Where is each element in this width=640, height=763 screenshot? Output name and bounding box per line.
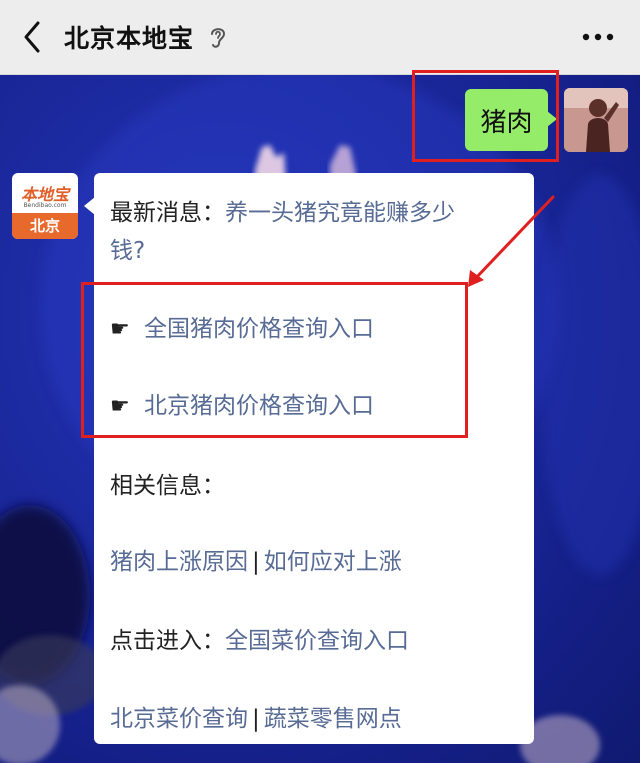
latest-news-line-2: 钱? <box>110 231 145 265</box>
more-dots-icon <box>582 33 614 41</box>
self-avatar-photo <box>564 88 628 152</box>
top-nav-bar: 北京本地宝 <box>0 0 640 75</box>
more-options-button[interactable] <box>578 22 618 52</box>
latest-news-label: 最新消息： <box>110 200 225 226</box>
self-message-text: 猪肉 <box>480 107 533 138</box>
related-info-label: 相关信息： <box>110 473 225 499</box>
separator: | <box>252 706 260 732</box>
veg-links-line: 北京菜价查询 | 蔬菜零售网点 <box>110 699 402 733</box>
click-enter-label: 点击进入： <box>110 628 225 654</box>
chat-screen: 北京本地宝 猪肉 本地宝 Bendibao.com 北京 最新消息：养一头猪究竟… <box>0 0 640 763</box>
national-pork-price-link[interactable]: 全国猪肉价格查询入口 <box>144 316 374 342</box>
national-pork-line: ☛ 全国猪肉价格查询入口 <box>110 309 374 343</box>
chat-title: 北京本地宝 <box>64 24 195 53</box>
latest-news-link[interactable]: 养一头猪究竟能赚多少 <box>225 200 455 226</box>
account-logo-domain: Bendibao.com <box>23 202 67 209</box>
account-avatar[interactable]: 本地宝 Bendibao.com 北京 <box>12 173 78 239</box>
back-chevron-icon <box>24 21 40 53</box>
beijing-veg-price-link[interactable]: 北京菜价查询 <box>110 706 248 732</box>
self-avatar[interactable] <box>564 88 628 152</box>
self-message-bubble[interactable]: 猪肉 <box>465 89 557 151</box>
beijing-pork-line: ☛ 北京猪肉价格查询入口 <box>110 386 374 420</box>
beijing-pork-price-link[interactable]: 北京猪肉价格查询入口 <box>144 393 374 419</box>
how-to-cope-link[interactable]: 如何应对上涨 <box>264 549 402 575</box>
pork-rise-reason-link[interactable]: 猪肉上涨原因 <box>110 549 248 575</box>
account-city-label: 北京 <box>12 213 78 239</box>
national-veg-price-link[interactable]: 全国菜价查询入口 <box>225 628 409 654</box>
latest-news-link-cont[interactable]: 钱? <box>110 238 145 264</box>
reply-message-bubble: 最新消息：养一头猪究竟能赚多少 钱? ☛ 全国猪肉价格查询入口 ☛ 北京猪肉价格查询… <box>84 173 534 744</box>
related-links-line: 猪肉上涨原因 | 如何应对上涨 <box>110 542 402 576</box>
back-button[interactable] <box>16 18 52 56</box>
latest-news-line: 最新消息：养一头猪究竟能赚多少 <box>110 193 455 227</box>
pointing-hand-icon: ☛ <box>110 317 130 342</box>
separator: | <box>252 549 260 575</box>
veg-retail-outlets-link[interactable]: 蔬菜零售网点 <box>264 706 402 732</box>
click-enter-line: 点击进入：全国菜价查询入口 <box>110 621 409 655</box>
ear-icon <box>208 24 228 50</box>
pointing-hand-icon: ☛ <box>110 394 130 419</box>
